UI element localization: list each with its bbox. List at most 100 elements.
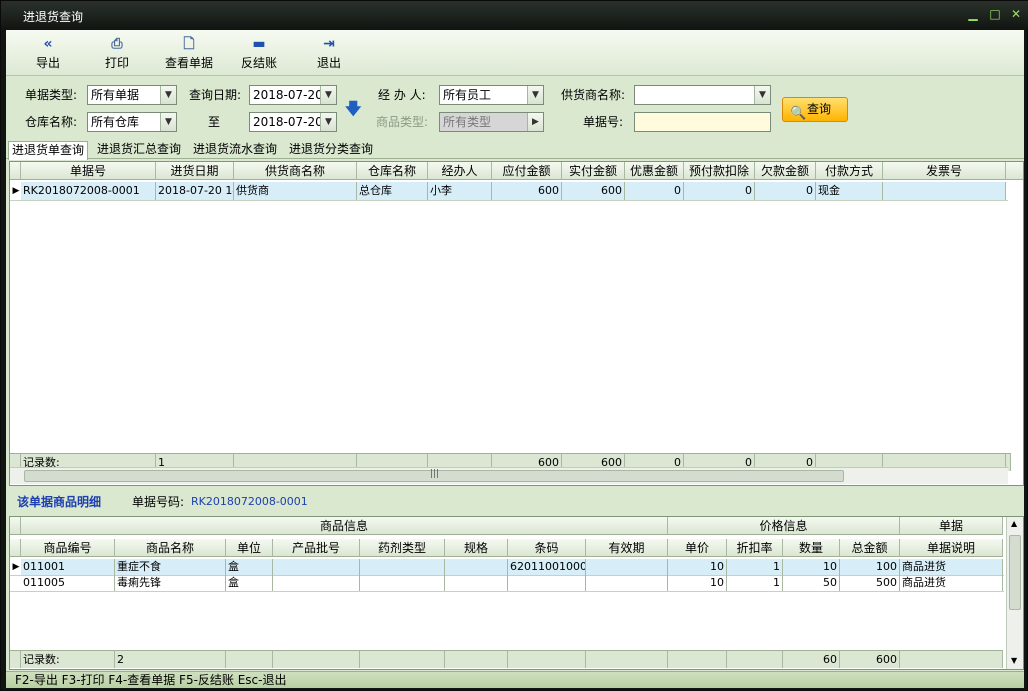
table-cell: 011001 [21, 559, 115, 575]
arrow-down-icon: 🡇 [345, 99, 362, 118]
doc-type-select[interactable]: 所有单据 ▼ [87, 85, 177, 105]
maximize-icon[interactable]: □ [988, 7, 1002, 21]
column-header: 商品名称 [115, 539, 226, 557]
table-cell [273, 575, 360, 591]
table-cell [883, 182, 1006, 200]
toolbar: « 导出 ⎙ 打印 🗋 查看单据 ▬ 反结账 ⇥ 退出 [6, 30, 1024, 76]
table-cell: 2018-07-20 14 [156, 182, 234, 200]
column-header: 供货商名称 [234, 162, 357, 180]
horizontal-scrollbar[interactable]: ||| [10, 467, 1008, 484]
unsettle-button[interactable]: ▬ 反结账 [236, 34, 282, 74]
handler-select[interactable]: 所有员工 ▼ [439, 85, 544, 105]
footer-cell: 60 [783, 650, 840, 668]
tab-category-query[interactable]: 进退货分类查询 [286, 141, 376, 159]
column-header: 实付金额 [562, 162, 625, 180]
table-cell: RK2018072008-0001 [21, 182, 156, 200]
column-header: 条码 [508, 539, 586, 557]
print-label: 打印 [104, 56, 129, 70]
table-cell: 50 [783, 575, 840, 591]
table-cell: 1 [727, 559, 783, 575]
supplier-select[interactable]: ▼ [634, 85, 771, 105]
date-from-picker[interactable]: 2018-07-20 ▼ [249, 85, 337, 105]
exit-button[interactable]: ⇥ 退出 [312, 34, 346, 74]
print-button[interactable]: ⎙ 打印 [100, 34, 134, 74]
query-button[interactable]: 🔍 查询 [782, 97, 848, 122]
footer-indicator [10, 650, 21, 668]
column-header: 商品编号 [21, 539, 115, 557]
scroll-up-icon[interactable]: ▲ [1011, 519, 1017, 528]
table-cell: 商品进货 [900, 575, 1003, 591]
grip-icon: ||| [430, 469, 440, 479]
close-icon[interactable]: ✕ [1009, 7, 1023, 21]
chevron-down-icon[interactable]: ▼ [160, 113, 176, 131]
header-filler [1006, 162, 1023, 180]
chevron-down-icon[interactable]: ▼ [754, 86, 770, 104]
handler-value: 所有员工 [443, 88, 492, 102]
warehouse-select[interactable]: 所有仓库 ▼ [87, 112, 177, 132]
export-label: 导出 [35, 56, 60, 70]
tab-summary-query[interactable]: 进退货汇总查询 [94, 141, 184, 159]
table-cell: 100 [840, 559, 900, 575]
query-date-label: 查询日期: [189, 88, 242, 102]
row-divider [10, 200, 1008, 201]
chevron-right-icon: ▶ [527, 113, 543, 131]
printer-icon: ⎙ [111, 36, 123, 52]
date-to-value: 2018-07-20 [253, 115, 323, 129]
footer-cell [445, 650, 508, 668]
table-cell: 500 [840, 575, 900, 591]
table-cell: 盒 [226, 575, 273, 591]
column-header: 数量 [783, 539, 840, 557]
column-header: 发票号 [883, 162, 1006, 180]
table-cell: 重症不食 [115, 559, 226, 575]
table-cell [273, 559, 360, 575]
footer-cell: 600 [840, 650, 900, 668]
footer-cell [668, 650, 727, 668]
row-pointer-icon: ▶ [12, 186, 20, 196]
detail-header-bar: 该单据商品明细 单据号码: RK2018072008-0001 [6, 488, 1024, 516]
column-header: 产品批号 [273, 539, 360, 557]
chevron-down-icon[interactable]: ▼ [527, 86, 543, 104]
row-divider [10, 591, 1004, 592]
chevron-down-icon[interactable]: ▼ [320, 86, 336, 104]
date-from-value: 2018-07-20 [253, 88, 323, 102]
product-type-label: 商品类型: [376, 115, 429, 129]
to-label: 至 [208, 115, 221, 129]
footer-cell: 2 [115, 650, 226, 668]
minimize-icon[interactable]: ▁ [966, 7, 980, 21]
table-cell: 600 [492, 182, 562, 200]
doc-type-label: 单据类型: [25, 88, 78, 102]
warehouse-label: 仓库名称: [25, 115, 78, 129]
export-button[interactable]: « 导出 [31, 34, 65, 74]
view-doc-button[interactable]: 🗋 查看单据 [159, 34, 219, 74]
footer-cell [727, 650, 783, 668]
footer-cell [226, 650, 273, 668]
minus-icon: ▬ [252, 36, 266, 52]
column-header: 经办人 [428, 162, 492, 180]
row-pointer-icon: ▶ [12, 562, 20, 572]
scroll-thumb[interactable] [1009, 535, 1021, 610]
tab-flow-query[interactable]: 进退货流水查询 [190, 141, 280, 159]
table-cell: 现金 [816, 182, 883, 200]
chevron-down-icon[interactable]: ▼ [160, 86, 176, 104]
product-type-select: 所有类型 ▶ [439, 112, 544, 132]
chevron-down-icon[interactable]: ▼ [320, 113, 336, 131]
column-header: 规格 [445, 539, 508, 557]
tab-order-query[interactable]: 进退货单查询 [8, 141, 89, 160]
column-header: 单据说明 [900, 539, 1003, 557]
detail-title: 该单据商品明细 [17, 495, 102, 509]
column-header: 预付款扣除 [684, 162, 755, 180]
date-to-picker[interactable]: 2018-07-20 ▼ [249, 112, 337, 132]
query-label: 查询 [807, 102, 832, 116]
column-header: 仓库名称 [357, 162, 428, 180]
doc-type-value: 所有单据 [91, 88, 140, 102]
unsettle-label: 反结账 [240, 56, 277, 70]
exit-door-icon: ⇥ [323, 36, 335, 52]
doc-no-input[interactable] [634, 112, 771, 132]
table-cell [360, 575, 445, 591]
footer-cell: 记录数: [21, 650, 115, 668]
table-cell: 0 [684, 182, 755, 200]
column-header: 有效期 [586, 539, 668, 557]
scroll-down-icon[interactable]: ▼ [1011, 656, 1017, 665]
vertical-scrollbar[interactable]: ▲ ▼ [1006, 517, 1023, 669]
tab-bar: 进退货单查询 进退货汇总查询 进退货流水查询 进退货分类查询 [6, 141, 1024, 160]
